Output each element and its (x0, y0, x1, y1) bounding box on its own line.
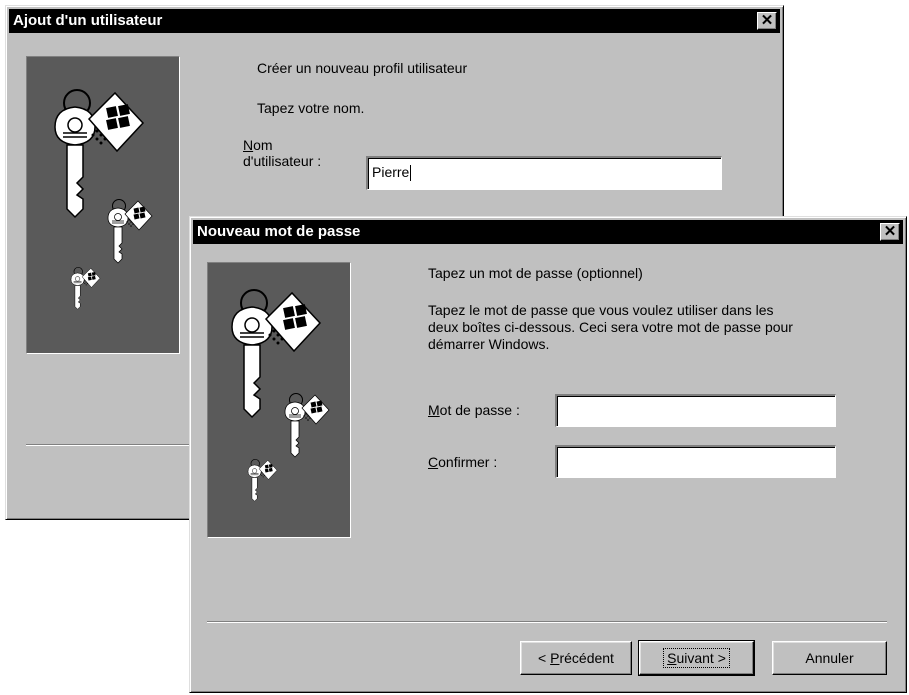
next-button[interactable]: Suivant > (638, 640, 755, 676)
previous-button[interactable]: < Précédent (520, 641, 632, 675)
password-description: Tapez le mot de passe que vous voulez ut… (428, 302, 793, 352)
new-password-dialog: Nouveau mot de passe ✕ Tapez un mot de p… (189, 216, 907, 693)
confirm-label: Confirmer : (428, 454, 498, 470)
keys-illustration (26, 56, 180, 354)
add-user-titlebar[interactable]: Ajout d'un utilisateur ✕ (9, 9, 780, 33)
close-button[interactable]: ✕ (880, 223, 900, 241)
close-icon: ✕ (760, 12, 774, 29)
cancel-button[interactable]: Annuler (772, 641, 887, 675)
close-icon: ✕ (883, 223, 897, 240)
username-label: Nom d'utilisateur : (243, 137, 322, 169)
password-heading: Tapez un mot de passe (optionnel) (428, 265, 643, 281)
new-password-titlebar[interactable]: Nouveau mot de passe ✕ (193, 220, 903, 244)
password-field[interactable] (555, 394, 836, 427)
add-user-heading: Créer un nouveau profil utilisateur (257, 60, 468, 76)
keys-icon (54, 89, 153, 310)
new-password-title: Nouveau mot de passe (197, 223, 361, 240)
username-value: Pierre (372, 164, 410, 180)
close-button[interactable]: ✕ (757, 12, 777, 30)
confirm-password-field[interactable] (555, 445, 836, 478)
add-user-title: Ajout d'un utilisateur (13, 12, 163, 29)
keys-icon (231, 289, 330, 502)
password-label: Mot de passe : (428, 402, 520, 418)
new-password-separator (207, 621, 887, 623)
keys-illustration (207, 262, 351, 538)
add-user-instruction: Tapez votre nom. (257, 100, 365, 116)
username-field[interactable]: Pierre (366, 156, 722, 190)
text-caret (410, 165, 412, 182)
